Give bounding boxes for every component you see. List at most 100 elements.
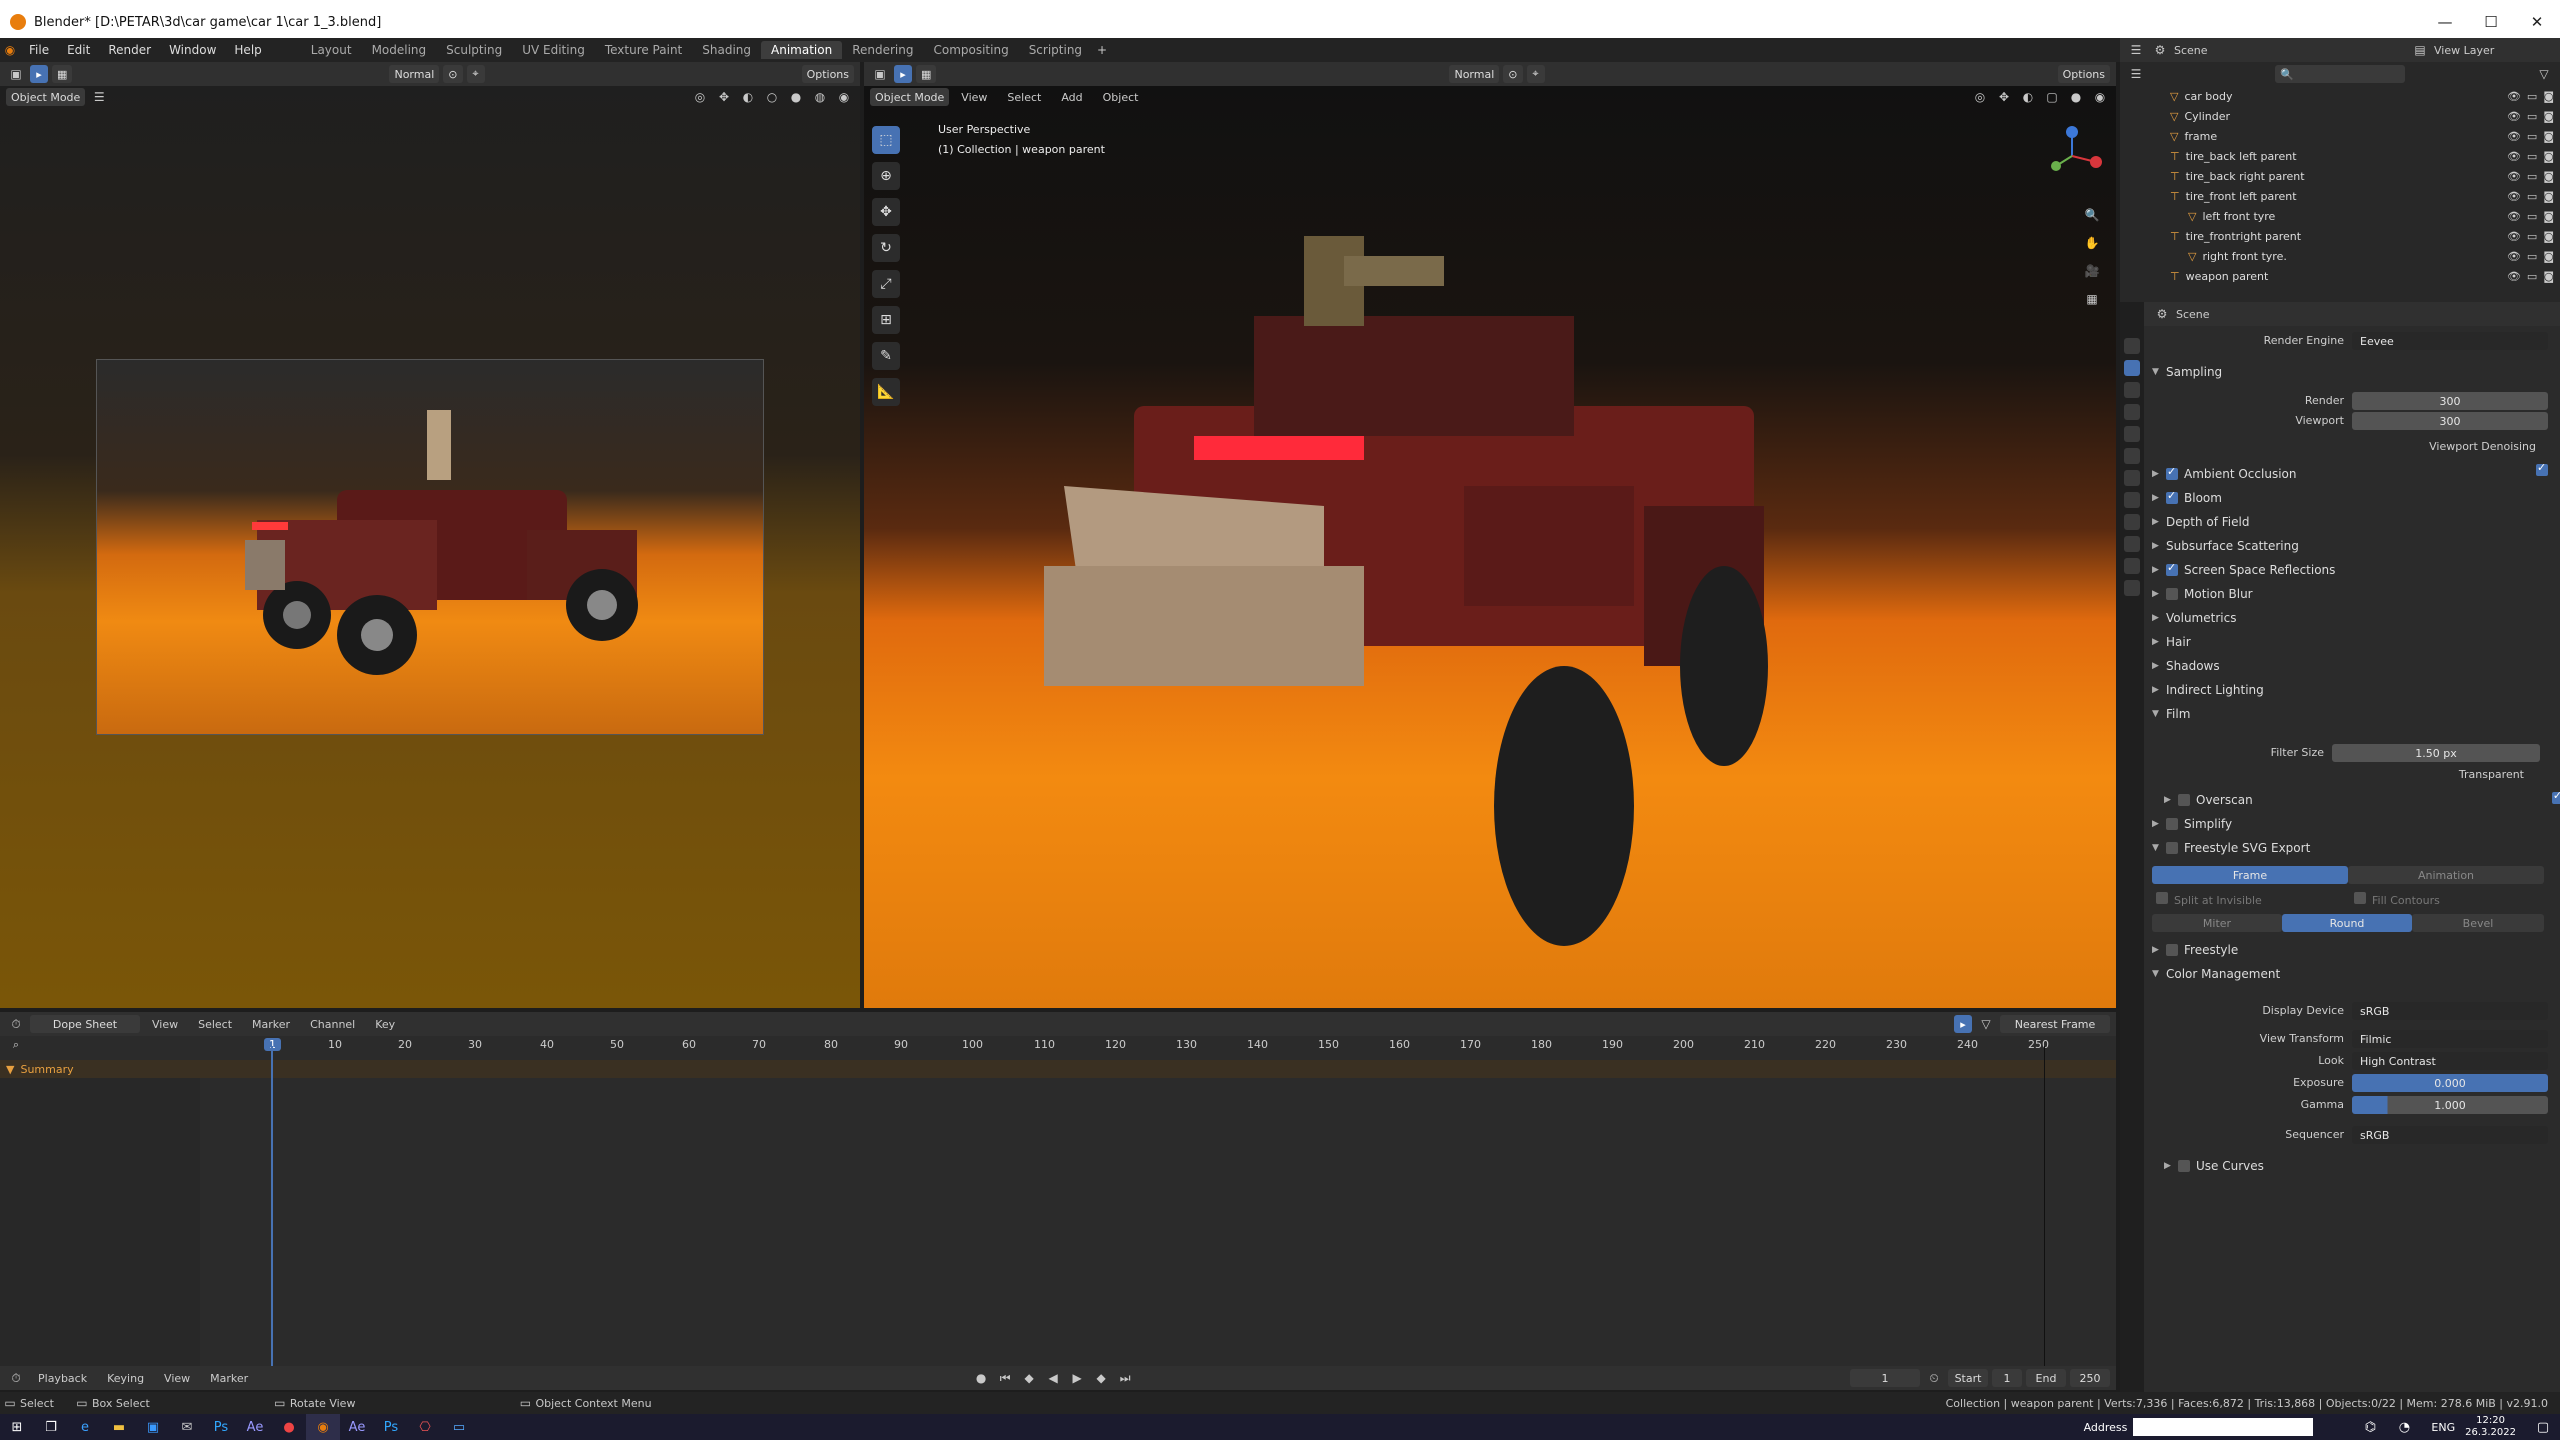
windows-start-icon[interactable]: ⊞ [0,1414,34,1440]
svg-frame-toggle[interactable]: Frame [2152,866,2348,884]
next-key-icon[interactable]: ◆ [1091,1369,1111,1387]
menu-window[interactable]: Window [160,43,225,57]
ds-key-menu[interactable]: Key [367,1018,403,1031]
playhead[interactable] [271,1046,273,1372]
pivot-icon[interactable]: ⊙ [443,65,463,83]
overlay-icon[interactable]: ◐ [738,88,758,106]
exposure-field[interactable]: 0.000 [2352,1074,2548,1092]
scale-tool-icon[interactable]: ⤢ [872,270,900,298]
visibility-icon[interactable]: ◎ [690,88,710,106]
clock-icon[interactable]: ⏲ [1924,1369,1944,1387]
tab-modeling[interactable]: Modeling [362,41,437,59]
split-invisible-checkbox[interactable]: Split at Invisible [2156,892,2262,907]
tool-box-icon-2[interactable]: ▦ [916,65,937,83]
tab-shading[interactable]: Shading [692,41,761,59]
window-icon[interactable]: ▭ [442,1414,476,1440]
bevel-toggle[interactable]: Bevel [2412,914,2544,932]
select-tool-icon[interactable]: ⬚ [872,126,900,154]
blender-taskbar-icon[interactable]: ◉ [306,1414,340,1440]
outliner-item[interactable]: ⊤ tire_front left parent 👁 ▭ ◙ [2170,186,2560,206]
tab-animation[interactable]: Animation [761,41,843,59]
round-toggle[interactable]: Round [2282,914,2412,932]
cursor-tool-icon[interactable]: ⊕ [872,162,900,190]
snap-icon-2[interactable]: ⌖ [1526,65,1545,83]
section-bloom[interactable]: ▶Bloom [2144,486,2560,510]
keying-menu[interactable]: Keying [99,1372,152,1385]
address-bar[interactable] [2133,1418,2314,1436]
photoshop-icon[interactable]: Ps [204,1414,238,1440]
menu-render[interactable]: Render [99,43,160,57]
gamma-field[interactable]: 1.000 [2352,1096,2548,1114]
add-workspace-icon[interactable]: + [1092,41,1112,59]
after-effects-icon-2[interactable]: Ae [340,1414,374,1440]
options-dropdown-2[interactable]: Options [2057,65,2111,83]
section-simplify[interactable]: ▶ Simplify [2144,812,2560,836]
tab-texture-paint[interactable]: Texture Paint [595,41,692,59]
editor-type-icon-2[interactable]: ▣ [870,65,890,83]
fill-contours-checkbox[interactable]: Fill Contours [2354,892,2440,907]
outliner-item[interactable]: ⊤ tire_back right parent 👁 ▭ ◙ [2170,166,2560,186]
frame-ruler[interactable]: ⌕ 1 10 20 30 40 50 60 70 80 90 100 110 120 130 140 150… [0,1036,2116,1054]
filter-icon[interactable]: ▽ [2534,65,2554,83]
outliner-item[interactable]: ⊤ tire_back left parent 👁 ▭ ◙ [2170,146,2560,166]
shading-material-icon[interactable]: ◍ [810,88,830,106]
orientation-dropdown[interactable]: Normal [389,65,440,83]
orientation-dropdown-2[interactable]: Normal [1449,65,1500,83]
section-indirect-lighting[interactable]: ▶ Indirect Lighting [2144,678,2560,702]
constraint-tab-icon[interactable] [2124,536,2140,552]
visibility-icon-2[interactable]: ◎ [1970,88,1990,106]
svg-animation-toggle[interactable]: Animation [2348,866,2544,884]
tab-sculpting[interactable]: Sculpting [436,41,512,59]
render-engine-dropdown[interactable]: Eevee [2352,332,2548,350]
tool-box-icon[interactable]: ▦ [52,65,73,83]
transform-tool-icon[interactable]: ⊞ [872,306,900,334]
tab-compositing[interactable]: Compositing [923,41,1018,59]
tab-layout[interactable]: Layout [301,41,362,59]
view-menu[interactable]: View [953,91,995,104]
ds-select-menu[interactable]: Select [190,1018,240,1031]
move-tool-icon[interactable]: ✥ [872,198,900,226]
section-depth-of-field[interactable]: ▶ Depth of Field [2144,510,2560,534]
menu-help[interactable]: Help [225,43,270,57]
network-icon[interactable]: ⌬ [2353,1414,2387,1440]
overlay-icon-2[interactable]: ◐ [2018,88,2038,106]
data-tab-icon[interactable] [2124,558,2140,574]
object-mode-dropdown-2[interactable]: Object Mode [870,88,950,106]
ds-marker-menu[interactable]: Marker [244,1018,298,1031]
editor-type-icon-3[interactable]: ☰ [2126,41,2146,59]
editor-type-icon-4[interactable]: ⏱ [6,1015,26,1033]
select-mode-icon-2[interactable]: ▸ [894,65,912,83]
menu-edit[interactable]: Edit [58,43,99,57]
world-tab-icon[interactable] [2124,448,2140,464]
shading-solid-icon-2[interactable]: ● [2066,88,2086,106]
outliner-item[interactable]: ▽ right front tyre. 👁 ▭ ◙ [2170,246,2560,266]
blender-menu-icon[interactable]: ◉ [0,41,20,59]
view-transform-dropdown[interactable]: Filmic [2352,1030,2548,1048]
play-reverse-icon[interactable]: ◀ [1043,1369,1063,1387]
zoom-icon[interactable]: 🔍 [2082,206,2102,224]
jump-start-icon[interactable]: ⏮ [995,1369,1015,1387]
ds-view-menu[interactable]: View [144,1018,186,1031]
section-screen-space-reflections[interactable]: ▶Screen Space Reflections [2144,558,2560,582]
section-ambient-occlusion[interactable]: ▶Ambient Occlusion [2144,462,2560,486]
store-icon[interactable]: ▣ [136,1414,170,1440]
record-icon[interactable]: ● [971,1369,991,1387]
outliner-item[interactable]: ⊤ weapon parent 👁 ▭ ◙ [2170,266,2560,286]
object-mode-dropdown[interactable]: Object Mode [6,88,86,106]
outliner-item[interactable]: ▽ car body 👁 ▭ ◙ [2170,86,2560,106]
select-mode-icon[interactable]: ▸ [30,65,48,83]
after-effects-icon[interactable]: Ae [238,1414,272,1440]
language-indicator[interactable]: ENG [2431,1421,2455,1434]
playback-menu[interactable]: Playback [30,1372,95,1385]
gizmo-icon[interactable]: ✥ [714,88,734,106]
camera-icon[interactable]: 🎥 [2082,262,2102,280]
annotate-tool-icon[interactable]: ✎ [872,342,900,370]
outliner-item[interactable]: ⊤ tire_frontright parent 👁 ▭ ◙ [2170,226,2560,246]
shading-wire-icon[interactable]: ○ [762,88,782,106]
select-menu[interactable]: Select [999,91,1049,104]
volume-icon[interactable]: ◔ [2387,1414,2421,1440]
filter-icon-2[interactable]: ▽ [1976,1015,1996,1033]
tl-marker-menu[interactable]: Marker [202,1372,256,1385]
chrome-icon[interactable]: ● [272,1414,306,1440]
filter-size-field[interactable]: 1.50 px [2332,744,2540,762]
